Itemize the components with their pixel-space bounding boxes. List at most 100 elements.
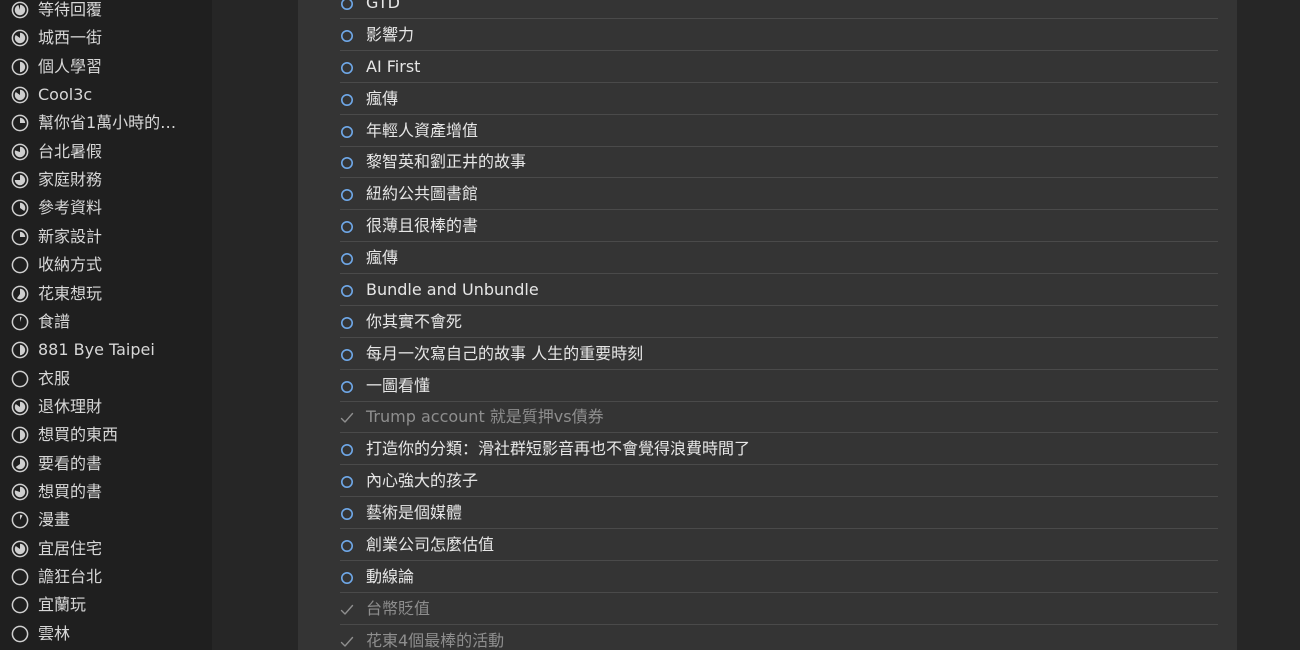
sidebar-project-label: 個人學習	[38, 56, 103, 76]
task-row[interactable]: 影響力	[298, 19, 1237, 51]
open-circle-icon[interactable]	[340, 315, 354, 329]
progress-pie-icon	[11, 228, 29, 246]
open-circle-icon[interactable]	[340, 187, 354, 202]
sidebar-project-item[interactable]: 家庭財務	[0, 166, 212, 194]
task-row[interactable]: 動線論	[298, 561, 1237, 593]
task-row[interactable]: GTD	[298, 0, 1237, 19]
open-circle-icon[interactable]	[340, 474, 354, 489]
sidebar-project-item[interactable]: 衣服	[0, 365, 212, 393]
task-row[interactable]: 年輕人資產增值	[298, 115, 1237, 147]
open-circle-icon[interactable]	[340, 347, 354, 361]
task-title: GTD	[366, 0, 400, 12]
open-circle-icon[interactable]	[340, 538, 354, 552]
progress-pie-icon	[11, 29, 29, 47]
task-row[interactable]: 創業公司怎麼估值	[298, 529, 1237, 561]
sidebar-project-item[interactable]: 個人學習	[0, 53, 212, 81]
sidebar-project-item[interactable]: 參考資料	[0, 194, 212, 222]
task-title: 打造你的分類：滑社群短影音再也不會覺得浪費時間了	[366, 439, 751, 459]
sidebar-project-item[interactable]: 台北暑假	[0, 138, 212, 166]
sidebar-project-label: 雲林	[38, 623, 71, 643]
task-row[interactable]: 打造你的分類：滑社群短影音再也不會覺得浪費時間了	[298, 433, 1237, 466]
task-row[interactable]: 你其實不會死	[298, 306, 1237, 338]
sidebar-project-item[interactable]: 想買的東西	[0, 421, 212, 449]
open-circle-icon[interactable]	[340, 570, 354, 584]
progress-pie-icon	[11, 285, 29, 303]
open-circle-icon[interactable]	[340, 124, 354, 138]
progress-pie-icon	[11, 143, 29, 161]
sidebar-project-item[interactable]: 幫你省1萬小時的…	[0, 109, 212, 137]
sidebar: 等待回覆城西一街個人學習 Cool3c 幫你省1萬小時的… 台北暑假家庭財務 參考資料新…	[0, 0, 212, 650]
sidebar-project-label: 新家設計	[38, 226, 103, 246]
task-row[interactable]: 藝術是個媒體	[298, 497, 1237, 530]
open-circle-icon[interactable]	[340, 92, 354, 106]
open-circle-icon[interactable]	[340, 283, 354, 297]
task-title: 一圖看懂	[366, 375, 431, 395]
sidebar-project-label: 等待回覆	[38, 0, 103, 19]
sidebar-project-item[interactable]: 食譜	[0, 308, 212, 336]
checkmark-icon[interactable]	[340, 602, 354, 616]
gutter	[212, 0, 298, 650]
task-row[interactable]: 瘋傳	[298, 242, 1237, 275]
completed-task-row[interactable]: 台幣貶值	[298, 593, 1237, 625]
completed-task-row[interactable]: 花東4個最棒的活動	[298, 625, 1237, 650]
sidebar-project-item[interactable]: 城西一街	[0, 24, 212, 52]
progress-pie-icon	[11, 398, 29, 416]
sidebar-project-item[interactable]: Cool3c	[0, 81, 212, 109]
task-title: 瘋傳	[366, 88, 399, 108]
sidebar-project-label: 想買的東西	[38, 425, 119, 445]
open-circle-icon[interactable]	[340, 0, 354, 10]
sidebar-project-item[interactable]: 想買的書	[0, 478, 212, 506]
open-circle-icon[interactable]	[340, 379, 354, 393]
sidebar-project-item[interactable]: 收納方式	[0, 251, 212, 279]
task-row[interactable]: 內心強大的孩子	[298, 465, 1237, 498]
sidebar-project-item[interactable]: 漫畫	[0, 506, 212, 534]
task-title: 台幣貶值	[366, 598, 431, 618]
sidebar-project-label: 要看的書	[38, 453, 103, 473]
sidebar-project-label: Cool3c	[38, 85, 93, 105]
task-title: 創業公司怎麼估值	[366, 534, 495, 554]
completed-task-row[interactable]: Trump account 就是質押vs債券	[298, 401, 1237, 434]
sidebar-project-item[interactable]: 新家設計	[0, 223, 212, 251]
task-row[interactable]: 黎智英和劉正井的故事	[298, 146, 1237, 179]
sidebar-project-item[interactable]: 881 Bye Taipei	[0, 336, 212, 364]
sidebar-project-label: 台北暑假	[38, 141, 103, 161]
task-row[interactable]: 瘋傳	[298, 83, 1237, 115]
open-circle-icon[interactable]	[340, 219, 354, 234]
checkmark-icon[interactable]	[340, 634, 354, 648]
sidebar-project-label: 譫狂台北	[38, 567, 103, 586]
sidebar-project-item[interactable]: 宜蘭玩	[0, 591, 212, 619]
sidebar-project-item[interactable]: 要看的書	[0, 450, 212, 478]
open-circle-icon[interactable]	[340, 506, 354, 521]
progress-pie-icon	[11, 540, 29, 558]
open-circle-icon[interactable]	[340, 28, 354, 42]
task-title: Trump account 就是質押vs債券	[366, 407, 604, 427]
sidebar-project-item[interactable]: 譫狂台北	[0, 563, 212, 591]
task-row[interactable]: 每月一次寫自己的故事 人生的重要時刻	[298, 338, 1237, 370]
task-list-panel: GTD 影響力 AI First 瘋傳 年輕人資產增值 黎智英和劉正井的故事 紐約公共圖書館…	[298, 0, 1237, 650]
task-row[interactable]: 紐約公共圖書館	[298, 178, 1237, 211]
sidebar-project-label: 881 Bye Taipei	[38, 340, 155, 360]
task-row[interactable]: 一圖看懂	[298, 370, 1237, 402]
sidebar-project-item[interactable]: 花東想玩	[0, 280, 212, 308]
sidebar-project-label: 城西一街	[38, 28, 103, 48]
progress-pie-icon	[11, 426, 29, 444]
progress-pie-icon	[11, 86, 29, 104]
sidebar-project-item[interactable]: 退休理財	[0, 393, 212, 421]
sidebar-project-label: 幫你省1萬小時的…	[38, 113, 177, 133]
sidebar-project-item[interactable]: 宜居住宅	[0, 535, 212, 563]
progress-pie-icon	[11, 370, 29, 388]
open-circle-icon[interactable]	[340, 60, 354, 74]
open-circle-icon[interactable]	[340, 442, 354, 457]
sidebar-project-label: 食譜	[38, 311, 71, 331]
sidebar-project-item[interactable]: 等待回覆	[0, 0, 212, 24]
checkmark-icon[interactable]	[340, 410, 354, 424]
task-row[interactable]: Bundle and Unbundle	[298, 274, 1237, 306]
open-circle-icon[interactable]	[340, 251, 354, 266]
task-title: 每月一次寫自己的故事 人生的重要時刻	[366, 343, 644, 363]
progress-pie-icon	[11, 455, 29, 473]
task-row[interactable]: AI First	[298, 51, 1237, 83]
sidebar-project-item[interactable]: 雲林	[0, 620, 212, 648]
task-row[interactable]: 很薄且很棒的書	[298, 210, 1237, 243]
open-circle-icon[interactable]	[340, 155, 354, 170]
right-margin	[1237, 0, 1300, 650]
